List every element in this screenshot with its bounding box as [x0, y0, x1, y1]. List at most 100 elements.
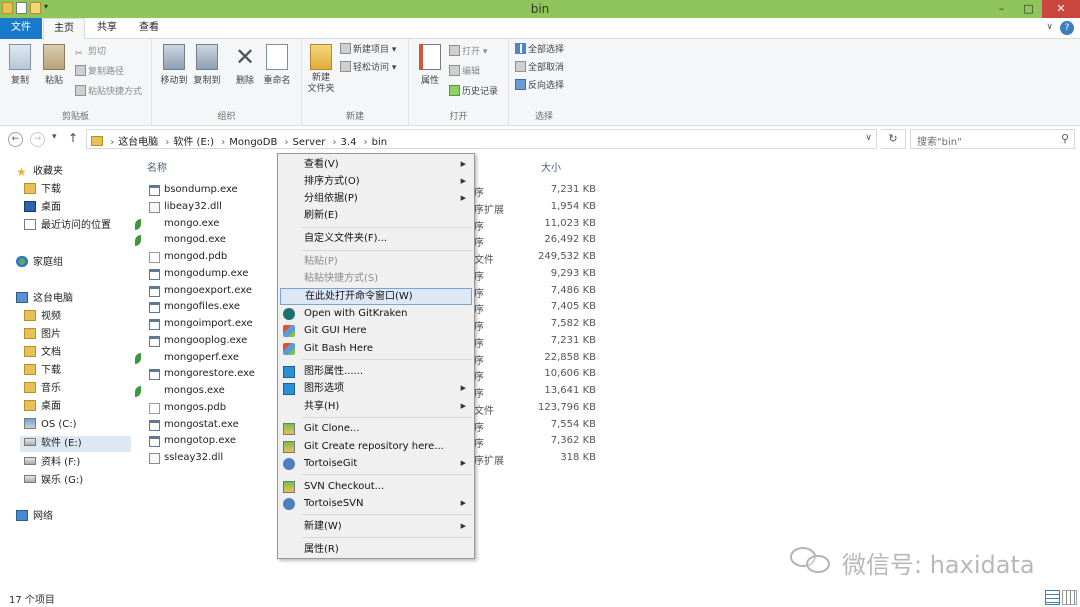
nav-favorites[interactable]: ★ 收藏夹: [16, 164, 63, 180]
menu-item-share[interactable]: 共享(H) ▶: [280, 398, 472, 415]
refresh-button[interactable]: ↻: [881, 129, 906, 149]
help-icon[interactable]: ?: [1060, 21, 1074, 35]
file-row[interactable]: mongostat.exe 序 7,554 KB: [132, 417, 1080, 434]
menu-item-gitkraken[interactable]: Open with GitKraken: [280, 305, 472, 322]
nav-music[interactable]: 音乐: [24, 381, 61, 397]
file-row[interactable]: mongo.exe 序 11,023 KB: [132, 216, 1080, 233]
menu-item-open-cmd[interactable]: 在此处打开命令窗口(W): [280, 288, 472, 305]
menu-item-customize[interactable]: 自定义文件夹(F)...: [280, 230, 472, 247]
large-icons-view-button[interactable]: [1062, 590, 1077, 605]
menu-item-group[interactable]: 分组依据(P) ▶: [280, 190, 472, 207]
file-row[interactable]: mongod.exe 序 26,492 KB: [132, 232, 1080, 249]
nav-drive-f[interactable]: 资料 (F:): [24, 455, 80, 471]
menu-item-git-bash[interactable]: Git Bash Here: [280, 340, 472, 357]
history-button[interactable]: 历史记录: [449, 85, 498, 99]
paste-button[interactable]: 粘贴: [37, 44, 71, 86]
address-box[interactable]: › 这台电脑 › 软件 (E:) › MongoDB › Server › 3.4 › bi…: [86, 129, 877, 149]
properties-button[interactable]: 属性: [413, 44, 447, 86]
nav-desktop-pc[interactable]: 桌面: [24, 399, 61, 415]
nav-recent[interactable]: 最近访问的位置: [24, 218, 111, 234]
nav-documents[interactable]: 文档: [24, 345, 61, 361]
select-none-button[interactable]: 全部取消: [515, 61, 564, 75]
move-to-button[interactable]: 移动到: [157, 44, 191, 86]
file-row[interactable]: ssleay32.dll 序扩展 318 KB: [132, 450, 1080, 467]
cut-button[interactable]: ✂ 剪切: [75, 45, 106, 59]
file-row[interactable]: mongoimport.exe 序 7,582 KB: [132, 316, 1080, 333]
menu-item-sort[interactable]: 排序方式(O) ▶: [280, 173, 472, 190]
paste-shortcut-button[interactable]: 粘贴快捷方式: [75, 85, 142, 99]
collapse-ribbon-icon[interactable]: ∨: [1046, 22, 1053, 32]
copy-to-button[interactable]: 复制到: [190, 44, 224, 86]
crumb-server[interactable]: Server: [293, 137, 326, 148]
delete-button[interactable]: ✕ 删除: [228, 44, 262, 86]
tab-view[interactable]: 查看: [130, 18, 168, 39]
menu-item-svn-checkout[interactable]: SVN Checkout...: [280, 478, 472, 495]
details-view-button[interactable]: [1045, 590, 1060, 605]
new-item-button[interactable]: 新建项目 ▾: [340, 43, 396, 57]
forward-button[interactable]: →: [30, 132, 45, 147]
nav-homegroup[interactable]: 家庭组: [16, 255, 63, 271]
nav-pictures[interactable]: 图片: [24, 327, 61, 343]
nav-videos[interactable]: 视频: [24, 309, 61, 325]
select-all-button[interactable]: 全部选择: [515, 43, 564, 57]
nav-drive-e[interactable]: 软件 (E:): [20, 436, 131, 452]
nav-network[interactable]: 网络: [16, 509, 53, 525]
new-folder-button[interactable]: 新建 文件夹: [304, 44, 338, 95]
nav-downloads-pc[interactable]: 下载: [24, 363, 61, 379]
address-dropdown-icon[interactable]: ∨: [865, 133, 872, 143]
file-row[interactable]: mongos.pdb 文件 123,796 KB: [132, 400, 1080, 417]
up-button[interactable]: ↑: [68, 131, 78, 145]
menu-item-new[interactable]: 新建(W) ▶: [280, 518, 472, 535]
file-row[interactable]: mongorestore.exe 序 10,606 KB: [132, 366, 1080, 383]
search-box[interactable]: 搜索"bin" ⚲: [910, 129, 1075, 149]
menu-item-properties[interactable]: 属性(R): [280, 541, 472, 558]
crumb-bin[interactable]: bin: [372, 137, 387, 148]
crumb-drive-e[interactable]: 软件 (E:): [173, 137, 214, 148]
column-header-size[interactable]: 大小: [541, 159, 561, 174]
nav-drive-c[interactable]: OS (C:): [24, 417, 77, 433]
crumb-mongodb[interactable]: MongoDB: [229, 137, 277, 148]
menu-item-tortoisesvn[interactable]: TortoiseSVN ▶: [280, 495, 472, 512]
menu-item-git-gui[interactable]: Git GUI Here: [280, 322, 472, 339]
file-row[interactable]: mongotop.exe 序 7,362 KB: [132, 433, 1080, 450]
copy-button[interactable]: 复制: [3, 44, 37, 86]
rename-button[interactable]: 重命名: [260, 44, 294, 86]
recent-locations-button[interactable]: ▾: [52, 132, 57, 142]
easy-access-button[interactable]: 轻松访问 ▾: [340, 61, 396, 75]
nav-this-pc[interactable]: 这台电脑: [16, 291, 73, 307]
file-row[interactable]: libeay32.dll 序扩展 1,954 KB: [132, 199, 1080, 216]
open-button[interactable]: 打开 ▾: [449, 45, 487, 59]
menu-item-git-clone[interactable]: Git Clone...: [280, 420, 472, 437]
crumb-this-pc[interactable]: 这台电脑: [118, 137, 158, 148]
menu-item-git-create[interactable]: Git Create repository here...: [280, 438, 472, 455]
file-row[interactable]: mongos.exe 序 13,641 KB: [132, 383, 1080, 400]
nav-desktop[interactable]: 桌面: [24, 200, 61, 216]
minimize-button[interactable]: –: [988, 0, 1015, 18]
gitkraken-icon: [283, 308, 295, 320]
close-button[interactable]: ✕: [1042, 0, 1080, 18]
file-row[interactable]: mongod.pdb 文件 249,532 KB: [132, 249, 1080, 266]
tab-share[interactable]: 共享: [88, 18, 126, 39]
menu-item-refresh[interactable]: 刷新(E): [280, 207, 472, 224]
crumb-version[interactable]: 3.4: [341, 137, 357, 148]
nav-drive-g[interactable]: 娱乐 (G:): [24, 473, 83, 489]
menu-item-view[interactable]: 查看(V) ▶: [280, 156, 472, 173]
maximize-button[interactable]: □: [1015, 0, 1042, 18]
tab-file[interactable]: 文件: [0, 18, 42, 39]
file-row[interactable]: mongoperf.exe 序 22,858 KB: [132, 350, 1080, 367]
back-button[interactable]: ←: [8, 132, 23, 147]
tab-home[interactable]: 主页: [43, 18, 85, 40]
nav-downloads[interactable]: 下载: [24, 182, 61, 198]
menu-item-graphics-opts[interactable]: 图形选项 ▶: [280, 380, 472, 397]
edit-button[interactable]: 编辑: [449, 65, 480, 79]
copy-path-button[interactable]: 复制路径: [75, 65, 124, 79]
menu-item-tortoisegit[interactable]: TortoiseGit ▶: [280, 455, 472, 472]
file-row[interactable]: bsondump.exe 序 7,231 KB: [132, 182, 1080, 199]
invert-selection-button[interactable]: 反向选择: [515, 79, 564, 93]
column-header-name[interactable]: 名称: [147, 159, 167, 174]
file-row[interactable]: mongoexport.exe 序 7,486 KB: [132, 283, 1080, 300]
file-row[interactable]: mongodump.exe 序 9,293 KB: [132, 266, 1080, 283]
menu-item-graphics-props[interactable]: 图形属性......: [280, 363, 472, 380]
file-row[interactable]: mongooplog.exe 序 7,231 KB: [132, 333, 1080, 350]
file-row[interactable]: mongofiles.exe 序 7,405 KB: [132, 299, 1080, 316]
